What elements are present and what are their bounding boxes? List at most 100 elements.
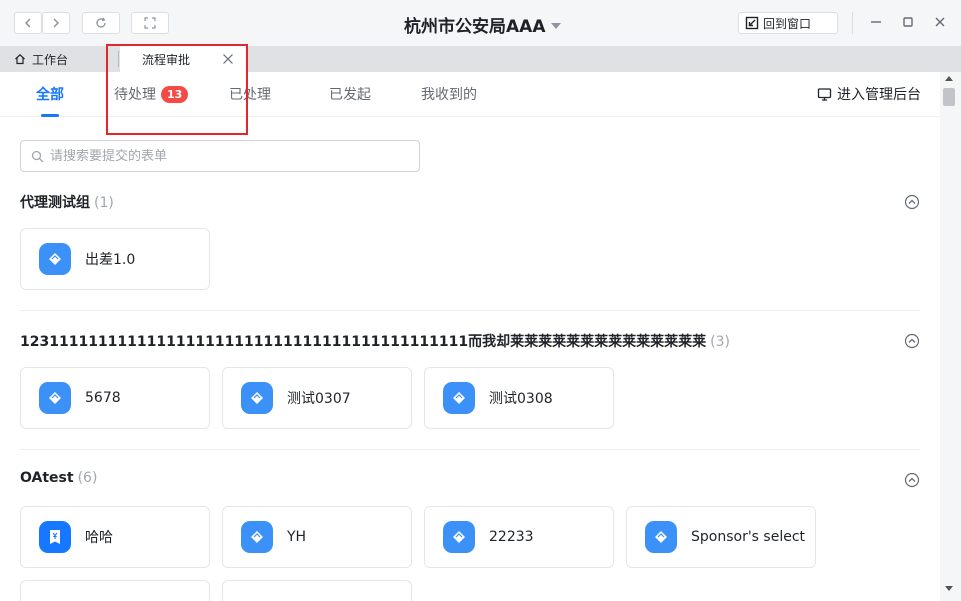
form-glyph-icon: [251, 531, 263, 543]
vertical-scrollbar[interactable]: [940, 72, 961, 601]
form-card-label: 测试0307: [287, 391, 351, 407]
group-divider: [20, 310, 920, 311]
form-card[interactable]: Sponsor's select: [626, 506, 816, 568]
refresh-button[interactable]: [82, 12, 120, 34]
close-window-button[interactable]: [932, 14, 948, 30]
form-card-label: YH: [287, 529, 307, 545]
tab-process-approval-label: 流程审批: [142, 52, 191, 67]
form-glyph-icon: [49, 253, 61, 265]
subtab-pending[interactable]: 待处理 13: [114, 84, 189, 104]
form-icon: [241, 382, 273, 414]
tab-divider: [118, 51, 119, 67]
back-to-window-button[interactable]: 回到窗口: [738, 12, 838, 34]
collapse-up-icon[interactable]: [904, 333, 920, 349]
group-title: OAtest (6): [20, 470, 97, 486]
form-card-label: Sponsor's select: [691, 529, 806, 545]
group-divider: [20, 449, 920, 450]
subtab-all[interactable]: 全部: [36, 84, 64, 104]
subtab-processed-label: 已处理: [229, 87, 271, 103]
chevron-right-icon: [53, 18, 60, 28]
chevron-left-icon: [24, 18, 31, 28]
group-title: 1231111111111111111111111111111111111111…: [20, 331, 730, 351]
subtab-received[interactable]: 我收到的: [421, 84, 477, 104]
group-count: (6): [77, 470, 98, 486]
form-card-label: 22233: [489, 529, 534, 545]
maximize-button[interactable]: [900, 14, 916, 30]
form-card-label: 哈哈: [85, 530, 113, 546]
pending-count-badge: 13: [161, 85, 189, 103]
form-card[interactable]: YH: [222, 506, 412, 568]
admin-console-label: 进入管理后台: [837, 87, 921, 103]
back-to-window-label: 回到窗口: [763, 16, 812, 31]
expense-icon: [39, 521, 71, 553]
subtab-initiated[interactable]: 已发起: [329, 84, 371, 104]
expand-icon: [144, 17, 156, 29]
tab-workbench[interactable]: 工作台: [14, 46, 68, 72]
form-icon: [39, 243, 71, 275]
group-count: (1): [94, 195, 114, 211]
search-icon: [31, 150, 44, 162]
form-card-label: 测试0308: [489, 391, 553, 407]
form-glyph-icon: [453, 392, 465, 404]
scroll-thumb[interactable]: [943, 88, 955, 106]
subtab-initiated-label: 已发起: [329, 87, 371, 103]
close-tab-icon[interactable]: [222, 53, 234, 65]
group-title: 代理测试组 (1): [20, 192, 114, 212]
form-icon: [241, 521, 273, 553]
group-count: (3): [710, 334, 730, 350]
sub-tab-bar: 全部 待处理 13 已处理 已发起 我收到的 进入管理后台: [0, 72, 940, 117]
form-glyph-icon: [251, 392, 263, 404]
tab-process-approval[interactable]: 流程审批: [120, 46, 248, 72]
form-icon: [645, 521, 677, 553]
form-card[interactable]: 测试0308: [424, 367, 614, 429]
subtab-processed[interactable]: 已处理: [229, 84, 271, 104]
scroll-up-arrow-icon[interactable]: [945, 76, 953, 81]
tab-workbench-label: 工作台: [32, 52, 69, 67]
search-input[interactable]: [50, 148, 410, 164]
window-title[interactable]: 杭州市公安局AAA: [404, 12, 562, 37]
title-divider: [852, 12, 853, 34]
form-card[interactable]: 22233: [424, 506, 614, 568]
group-name: 代理测试组: [20, 195, 90, 211]
form-card[interactable]: 5678: [20, 367, 210, 429]
form-card[interactable]: [20, 580, 210, 601]
admin-console-link[interactable]: 进入管理后台: [817, 84, 921, 104]
active-tab-indicator: [41, 114, 59, 117]
close-icon: [935, 17, 945, 27]
subtab-received-label: 我收到的: [421, 87, 477, 103]
group-name: 1231111111111111111111111111111111111111…: [20, 334, 707, 350]
form-card[interactable]: [222, 580, 412, 601]
refresh-icon: [96, 17, 106, 28]
form-icon: [443, 521, 475, 553]
fullscreen-button[interactable]: [131, 12, 169, 34]
tab-strip: 工作台 流程审批: [0, 46, 961, 72]
minimize-button[interactable]: [868, 14, 884, 30]
form-glyph-icon: [453, 531, 465, 543]
window-title-text: 杭州市公安局AAA: [404, 17, 546, 37]
maximize-icon: [903, 17, 913, 27]
collapse-up-icon[interactable]: [904, 472, 920, 488]
form-card-label: 出差1.0: [85, 252, 136, 268]
title-bar: 杭州市公安局AAA 回到窗口: [0, 0, 961, 46]
group-name: OAtest: [20, 470, 74, 486]
subtab-all-label: 全部: [36, 87, 64, 103]
collapse-up-icon[interactable]: [904, 194, 920, 210]
subtab-pending-label: 待处理: [114, 87, 156, 103]
search-box[interactable]: [20, 140, 420, 172]
home-icon: [15, 53, 25, 65]
form-card[interactable]: 哈哈: [20, 506, 210, 568]
form-card[interactable]: 出差1.0: [20, 228, 210, 290]
back-button[interactable]: [14, 12, 42, 34]
back-to-window-icon: [745, 16, 759, 30]
form-icon: [39, 382, 71, 414]
caret-down-icon: [551, 22, 562, 29]
form-card[interactable]: 测试0307: [222, 367, 412, 429]
monitor-icon: [817, 87, 832, 101]
forward-button[interactable]: [42, 12, 70, 34]
form-icon: [443, 382, 475, 414]
scroll-down-arrow-icon[interactable]: [945, 586, 953, 591]
minimize-icon: [871, 21, 881, 23]
form-glyph-icon: [49, 392, 61, 404]
form-glyph-icon: [655, 531, 667, 543]
form-card-label: 5678: [85, 390, 121, 406]
